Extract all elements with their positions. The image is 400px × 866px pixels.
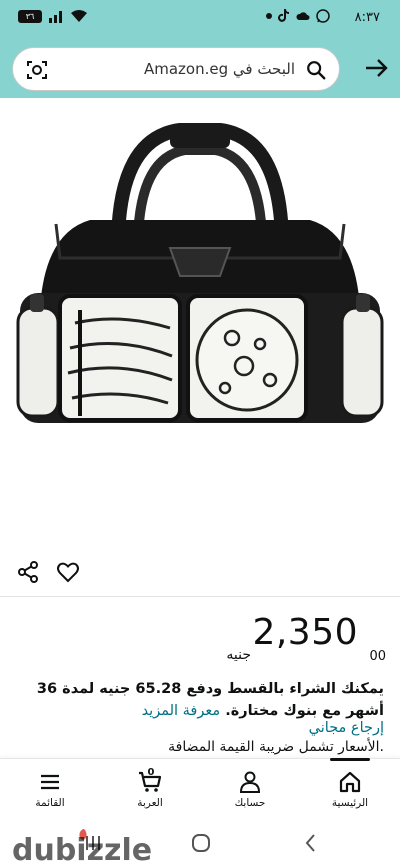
nav-item-account[interactable]: حسابك	[200, 759, 300, 821]
dot-icon	[266, 13, 272, 19]
nav-label-home: الرئيسية	[331, 797, 369, 809]
signal-icon	[49, 11, 62, 23]
heart-icon[interactable]	[56, 560, 80, 584]
share-icon[interactable]	[16, 560, 40, 584]
price-whole: 2,350	[252, 612, 358, 653]
search-header: البحث في Amazon.eg	[0, 38, 400, 98]
status-time: ٨:٣٧	[354, 10, 380, 25]
battery-icon: ٣٦	[18, 9, 42, 23]
status-icons-right	[266, 9, 330, 23]
tiktok-icon	[278, 9, 289, 22]
bottom-nav: الرئيسية حسابك 0 العربة القائمة	[0, 758, 400, 820]
wifi-icon	[71, 10, 87, 22]
cart-count: 0	[147, 767, 155, 778]
nav-label-account: حسابك	[234, 797, 266, 809]
product-actions	[0, 552, 400, 592]
battery-level: ٣٦	[25, 11, 35, 21]
camera-scan-icon[interactable]	[25, 58, 49, 82]
nav-item-cart[interactable]: 0 العربة	[100, 759, 200, 821]
user-icon	[239, 771, 261, 793]
svg-text:dubizzle: dubizzle	[12, 833, 152, 866]
status-icons-left: ٣٦	[18, 9, 88, 23]
nav-label-menu: القائمة	[35, 797, 65, 809]
vat-note: .الأسعار تشمل ضريبة القيمة المضافة	[168, 739, 384, 755]
product-image[interactable]	[0, 98, 400, 540]
whatsapp-icon	[316, 9, 330, 23]
home-icon	[339, 771, 361, 793]
dubizzle-watermark-logo: dubizzle	[12, 829, 152, 866]
menu-icon	[41, 774, 59, 790]
duffel-bag-image	[16, 123, 384, 423]
search-placeholder: البحث في Amazon.eg	[143, 60, 295, 78]
nav-item-home[interactable]: الرئيسية	[300, 759, 400, 821]
learn-more-link[interactable]: معرفة المزيد	[142, 703, 221, 719]
free-return-link[interactable]: إرجاع مجاني	[309, 720, 384, 736]
back-chevron-icon[interactable]	[300, 832, 322, 854]
price-fraction: 00	[369, 649, 386, 664]
price-currency: جنيه	[226, 647, 251, 663]
status-bar: ٣٦ ٨:٣٧	[0, 0, 400, 38]
search-icon[interactable]	[305, 59, 327, 81]
nav-label-cart: العربة	[137, 797, 163, 809]
arrow-right-icon[interactable]	[362, 54, 390, 82]
nav-item-menu[interactable]: القائمة	[0, 759, 100, 821]
divider	[0, 596, 400, 597]
search-input[interactable]: البحث في Amazon.eg	[12, 47, 340, 91]
home-button-icon[interactable]	[190, 832, 212, 854]
cloud-icon	[296, 12, 310, 20]
installment-info: يمكنك الشراء بالقسط ودفع 65.28 جنيه لمدة…	[14, 678, 384, 722]
